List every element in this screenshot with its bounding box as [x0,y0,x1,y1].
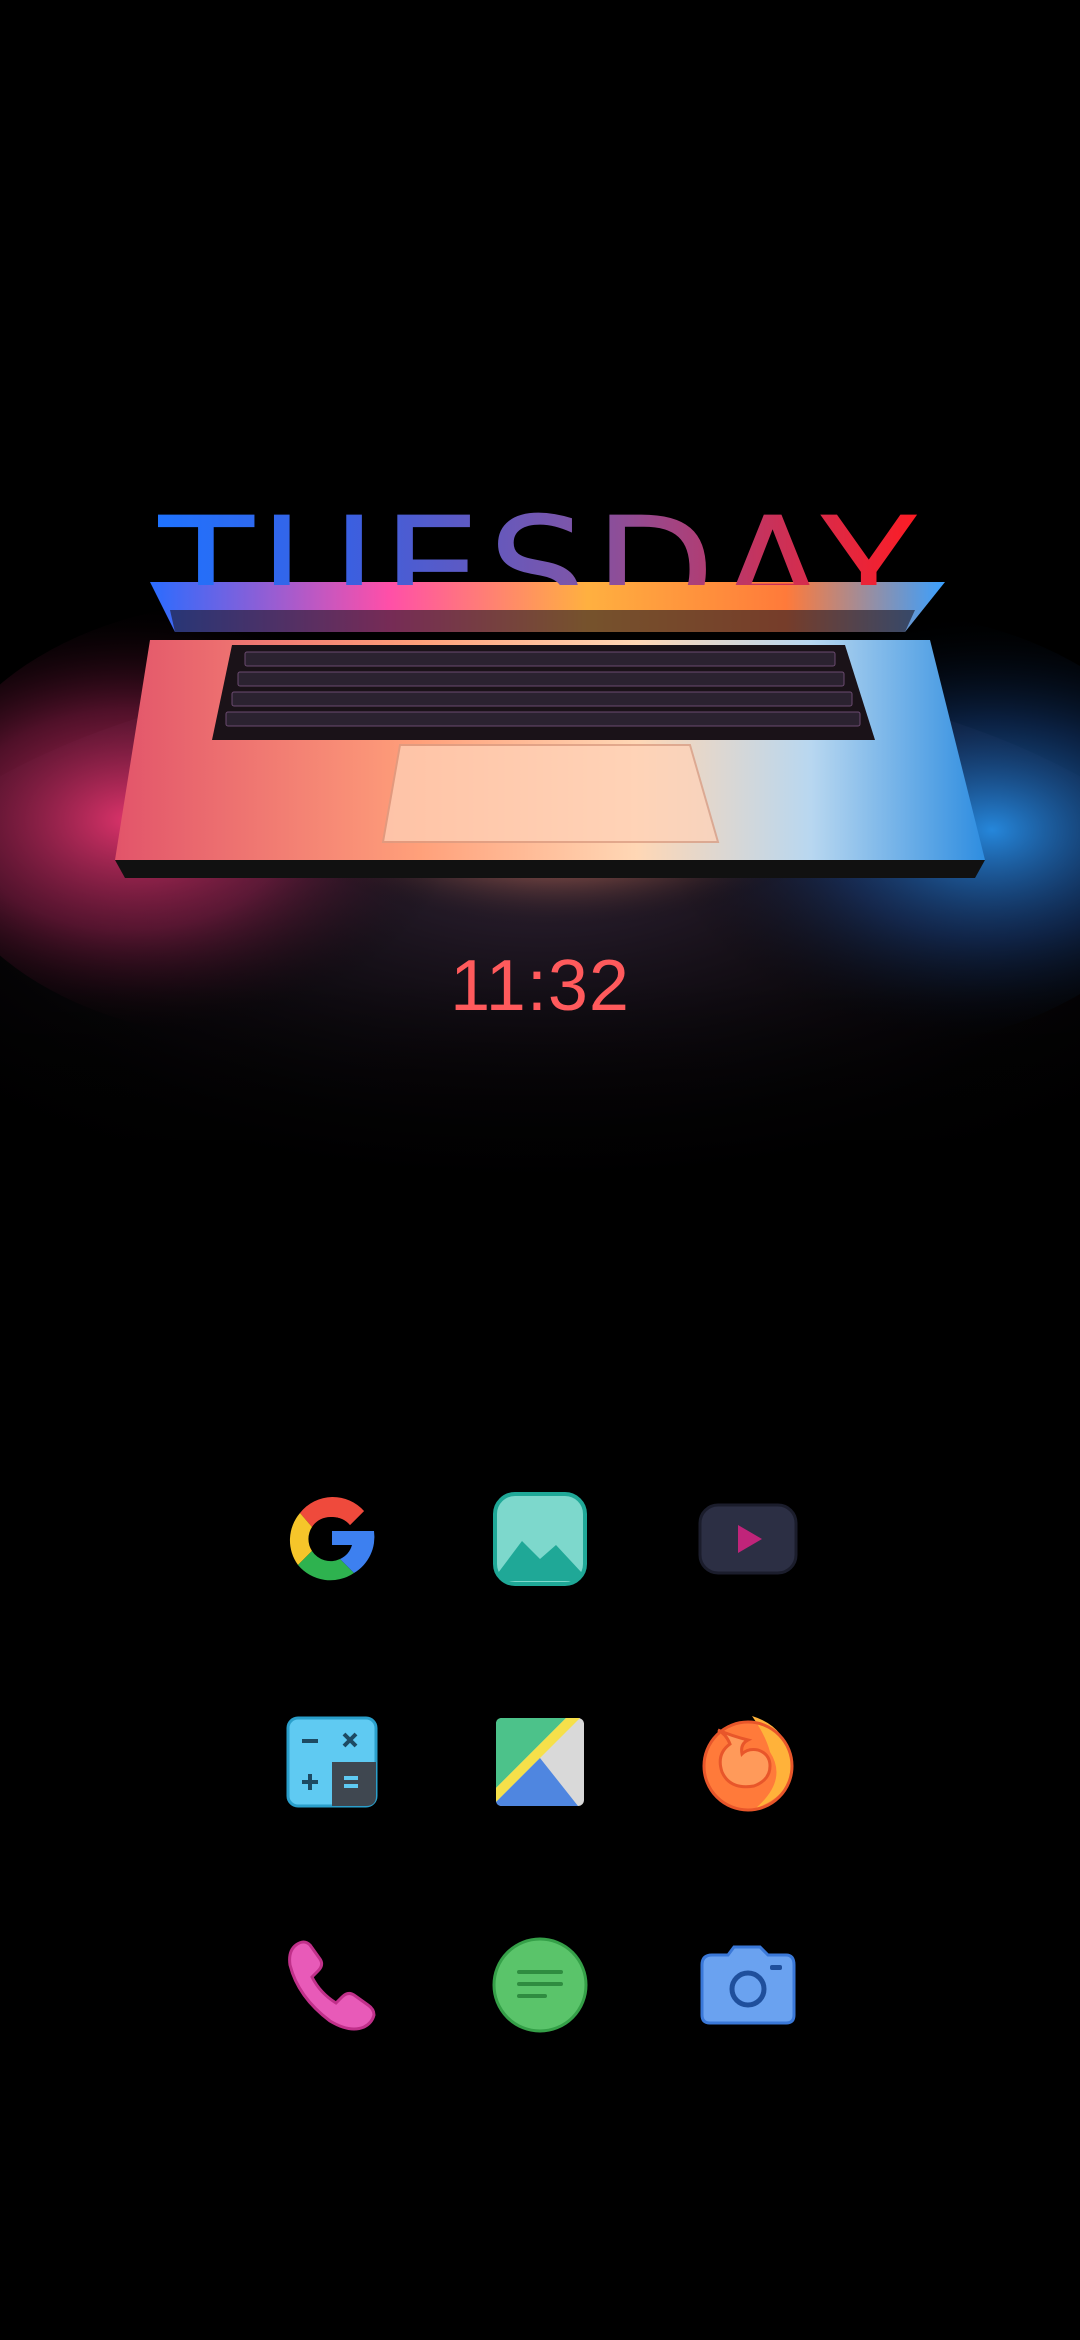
day-label-container: TUESDAY [0,480,1080,585]
video-player-icon [698,1503,798,1575]
phone-icon [284,1937,380,2033]
app-gallery[interactable]: gallery [485,1484,595,1594]
gallery-icon [492,1491,588,1587]
maps-icon [494,1716,586,1808]
day-label: TUESDAY [157,498,922,585]
app-camera[interactable]: camera [693,1930,803,2040]
app-calculator[interactable]: calculator [277,1707,387,1817]
app-maps[interactable]: maps [485,1707,595,1817]
clock-widget[interactable]: 11:32 [0,945,1080,1027]
calculator-icon [286,1716,378,1808]
app-messages[interactable]: messages [485,1930,595,2040]
google-icon [282,1489,382,1589]
app-video[interactable]: video [693,1484,803,1594]
messages-icon [491,1936,589,2034]
app-phone[interactable]: phone [277,1930,387,2040]
wallpaper-image [0,0,1080,1300]
app-google[interactable]: google [277,1484,387,1594]
camera-icon [698,1943,798,2027]
app-firefox[interactable]: firefox [693,1707,803,1817]
firefox-icon [696,1710,800,1814]
